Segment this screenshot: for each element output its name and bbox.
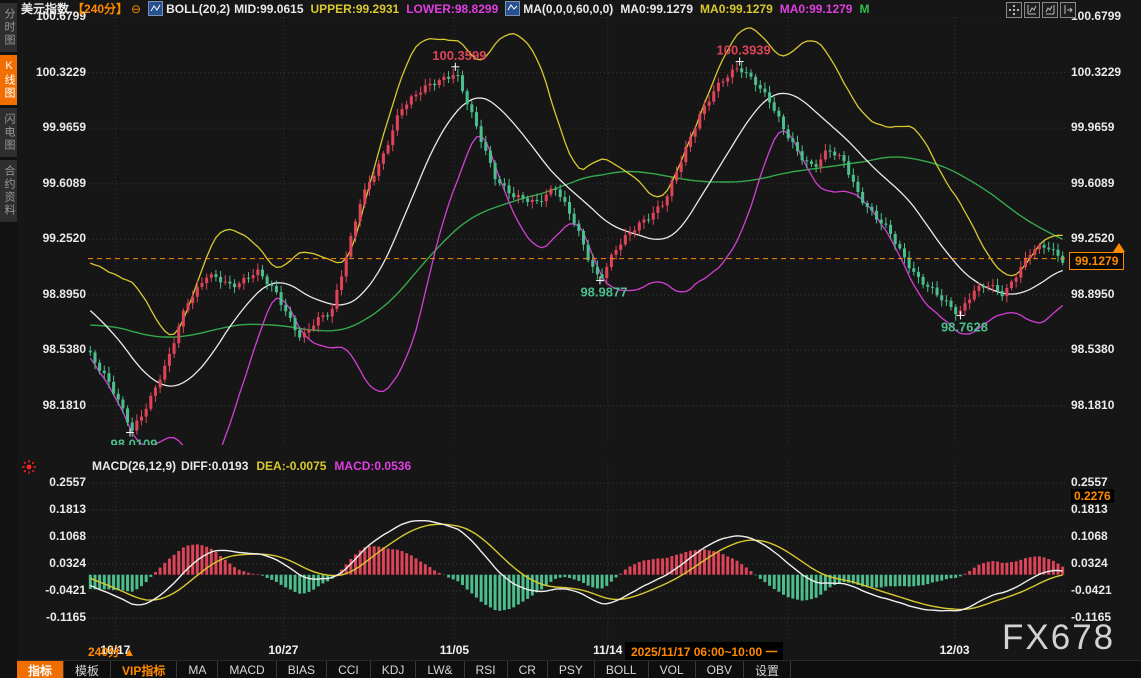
ma0-yellow-value: MA0:99.1279: [700, 2, 773, 16]
sidebar-tab-3[interactable]: 闪电图: [0, 108, 17, 157]
main-y-label-left: 100.3229: [24, 65, 86, 79]
period-selector[interactable]: 240分 ▲: [88, 643, 135, 660]
bar-time-tooltip: 2025/11/17 06:00~10:00 一: [625, 642, 783, 661]
left-sidebar: 分时图 K线图闪电图合约资料: [0, 0, 17, 678]
main-y-label-right: 99.6089: [1071, 176, 1114, 190]
ma0-magenta-value: MA0:99.1279: [780, 2, 853, 16]
chart-window-controls: [1006, 2, 1076, 18]
toolbar-button-VOL[interactable]: VOL: [649, 661, 696, 678]
price-up-arrow-icon: [1113, 243, 1125, 252]
main-y-label-right: 99.2520: [1071, 231, 1114, 245]
boll-indicator-icon[interactable]: [148, 1, 163, 16]
ma-indicator-icon[interactable]: [505, 1, 520, 16]
layout-grid-icon[interactable]: [1006, 2, 1022, 18]
main-y-label-left: 99.9659: [24, 120, 86, 134]
toolbar-button-OBV[interactable]: OBV: [696, 661, 744, 678]
main-y-label-left: 99.6089: [24, 176, 86, 190]
period-badge[interactable]: 【240分】: [72, 0, 128, 17]
x-axis-date-label: 11/05: [440, 643, 469, 657]
main-y-label-left: 98.1810: [24, 398, 86, 412]
toolbar-button-BOLL[interactable]: BOLL: [595, 661, 649, 678]
main-y-label-right: 100.3229: [1071, 65, 1121, 79]
toolbar-button-PSY[interactable]: PSY: [548, 661, 595, 678]
red-sun-icon[interactable]: [22, 460, 36, 474]
toolbar-button-LW&[interactable]: LW&: [416, 661, 464, 678]
toolbar-button-MA[interactable]: MA: [177, 661, 218, 678]
sidebar-tab-1[interactable]: 分时图: [0, 3, 17, 52]
macd-title: MACD(26,12,9): [92, 459, 176, 473]
macd-y-label-left: 0.0324: [24, 556, 86, 570]
extreme-price-annotation: 98.0109: [111, 436, 158, 445]
macd-y-label-left: 0.1813: [24, 502, 86, 516]
toolbar-button-VIP指标[interactable]: VIP指标: [111, 661, 177, 678]
chart-application-window: 分时图 K线图闪电图合约资料 美元指数 【240分】 ⊖ BOLL(20,2) M…: [0, 0, 1141, 678]
macd-y-label-left: 0.1068: [24, 529, 86, 543]
sidebar-tab-4[interactable]: 合约资料: [0, 160, 17, 222]
extreme-price-annotation: 98.9877: [580, 284, 627, 299]
main-y-label-right: 98.1810: [1071, 398, 1114, 412]
macd-y-label-left: -0.0421: [24, 583, 86, 597]
macd-current-badge: 0.2276: [1071, 489, 1114, 503]
minus-circle-icon[interactable]: ⊖: [131, 2, 141, 16]
boll-upper-value: UPPER:99.2931: [311, 2, 400, 16]
macd-y-label-right: 0.1068: [1071, 529, 1108, 543]
macd-y-label-right: 0.1813: [1071, 502, 1108, 516]
toolbar-button-指标[interactable]: 指标: [17, 661, 64, 678]
boll-lower-value: LOWER:98.8299: [406, 2, 498, 16]
toolbar-button-模板[interactable]: 模板: [64, 661, 111, 678]
chart-right-axis-icon[interactable]: [1042, 2, 1058, 18]
symbol-title: 美元指数: [21, 0, 69, 17]
macd-macd-value: MACD:0.0536: [334, 459, 411, 473]
chart-left-axis-icon[interactable]: [1024, 2, 1040, 18]
toolbar-button-CR[interactable]: CR: [508, 661, 548, 678]
x-axis-date-label: 11/14: [593, 643, 622, 657]
extreme-price-annotation: 98.7628: [941, 319, 988, 334]
main-y-label-right: 98.8950: [1071, 287, 1114, 301]
toolbar-button-BIAS[interactable]: BIAS: [277, 661, 327, 678]
collapse-pane-icon[interactable]: [1060, 2, 1076, 18]
x-axis-date-label: 12/03: [940, 643, 970, 657]
sidebar-tab-2[interactable]: K线图: [0, 55, 17, 105]
macd-dea-value: DEA:-0.0075: [256, 459, 326, 473]
macd-diff-value: DIFF:0.0193: [181, 459, 248, 473]
main-y-label-left: 98.8950: [24, 287, 86, 301]
toolbar-button-CCI[interactable]: CCI: [327, 661, 371, 678]
boll-mid-value: MID:99.0615: [234, 2, 303, 16]
main-y-label-right: 100.6799: [1071, 9, 1121, 23]
main-y-label-right: 99.9659: [1071, 120, 1114, 134]
main-y-label-right: 98.5380: [1071, 342, 1114, 356]
extreme-price-annotation: 100.3599: [432, 48, 486, 63]
boll-label: BOLL(20,2): [166, 2, 230, 16]
toolbar-button-MACD[interactable]: MACD: [218, 661, 276, 678]
x-axis-date-label: 10/27: [268, 643, 298, 657]
ma0-white-value: MA0:99.1279: [620, 2, 693, 16]
macd-header: MACD(26,12,9) DIFF:0.0193 DEA:-0.0075 MA…: [92, 459, 411, 473]
macd-subchart[interactable]: [88, 462, 1065, 640]
current-price-badge: 99.1279: [1069, 252, 1124, 270]
toolbar-button-KDJ[interactable]: KDJ: [371, 661, 417, 678]
macd-y-label-right: -0.0421: [1071, 583, 1112, 597]
macd-y-label-right: 0.2557: [1071, 475, 1108, 489]
indicator-toolbar: 指标模板VIP指标MAMACDBIASCCIKDJLW&RSICRPSYBOLL…: [17, 660, 1141, 678]
macd-y-label-left: 0.2557: [24, 475, 86, 489]
main-y-label-left: 99.2520: [24, 231, 86, 245]
extreme-price-annotation: 100.3939: [717, 43, 771, 58]
main-y-label-left: 98.5380: [24, 342, 86, 356]
macd-y-label-right: -0.1165: [1071, 610, 1111, 624]
ma-m-label: M: [859, 2, 869, 16]
toolbar-button-RSI[interactable]: RSI: [465, 661, 508, 678]
toolbar-button-设置[interactable]: 设置: [744, 661, 791, 678]
fx678-watermark: FX678: [1002, 618, 1115, 658]
main-candlestick-chart[interactable]: 100.3599 100.3939 98.9877 98.7628 98.0109: [88, 17, 1065, 445]
macd-y-label-left: -0.1165: [24, 610, 86, 624]
macd-y-label-right: 0.0324: [1071, 556, 1108, 570]
indicator-header: 美元指数 【240分】 ⊖ BOLL(20,2) MID:99.0615 UPP…: [21, 0, 869, 17]
ma-label: MA(0,0,0,60,0,0): [523, 2, 613, 16]
